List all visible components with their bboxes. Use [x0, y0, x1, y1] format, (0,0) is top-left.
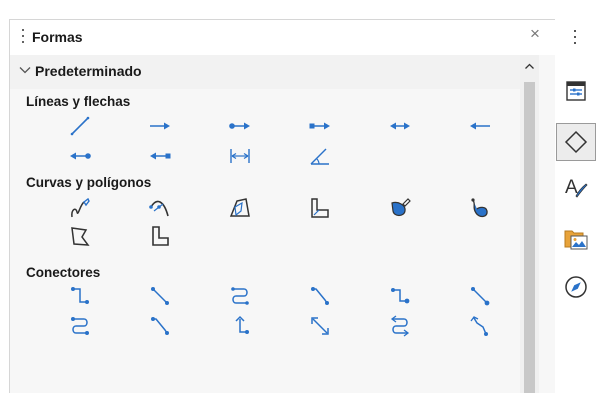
- section-label: Predeterminado: [35, 63, 142, 79]
- connector-curved-icon[interactable]: [220, 284, 260, 308]
- styles-icon[interactable]: A: [556, 168, 596, 206]
- angle-icon[interactable]: [300, 144, 340, 168]
- close-icon[interactable]: ×: [530, 24, 540, 44]
- dimension-line-icon[interactable]: [220, 144, 260, 168]
- chevron-down-icon: [19, 67, 31, 74]
- grip-icon[interactable]: [22, 29, 26, 47]
- scrollbar-thumb[interactable]: [524, 82, 535, 393]
- shapes-icon[interactable]: [556, 123, 596, 161]
- curve-filled-icon[interactable]: [460, 196, 500, 220]
- panel-content: Predeterminado Líneas y flechas Curvas y…: [10, 55, 555, 393]
- line-icon[interactable]: [60, 114, 100, 138]
- shapes-panel: Formas × Predeterminado Líneas y flechas: [9, 19, 555, 393]
- polygon-icon[interactable]: [220, 196, 260, 220]
- freeform-curve-icon[interactable]: [60, 196, 100, 220]
- sidebar-menu-icon[interactable]: [574, 30, 576, 48]
- scroll-up-icon[interactable]: [524, 61, 535, 72]
- polygon-filled-icon[interactable]: [60, 224, 100, 248]
- connector-straight-ends-icon[interactable]: [460, 284, 500, 308]
- gallery-icon[interactable]: [556, 220, 596, 258]
- group-label-connectors: Conectores: [26, 265, 101, 280]
- connector-icon[interactable]: [60, 284, 100, 308]
- freeform-filled-icon[interactable]: [380, 196, 420, 220]
- double-arrow-icon[interactable]: [380, 114, 420, 138]
- panel-header: Formas ×: [10, 20, 555, 55]
- connector-line-arrows-icon[interactable]: [460, 314, 500, 338]
- svg-text:A: A: [565, 177, 578, 198]
- shapes-list: Líneas y flechas Curvas y polígonos Cone…: [10, 89, 520, 393]
- connector-straight-icon[interactable]: [140, 284, 180, 308]
- group-label-lines: Líneas y flechas: [26, 94, 131, 109]
- square-arrow-left-icon[interactable]: [140, 144, 180, 168]
- properties-icon[interactable]: [556, 72, 596, 110]
- connector-line-icon[interactable]: [300, 284, 340, 308]
- circle-arrow-left-icon[interactable]: [60, 144, 100, 168]
- connector-ends-icon[interactable]: [380, 284, 420, 308]
- connector-straight-arrows-icon[interactable]: [300, 314, 340, 338]
- panel-title: Formas: [32, 29, 83, 45]
- arrow-right-icon[interactable]: [140, 114, 180, 138]
- polygon-45-filled-icon[interactable]: [140, 224, 180, 248]
- connector-curved-arrows-icon[interactable]: [380, 314, 420, 338]
- group-label-curves: Curvas y polígonos: [26, 175, 152, 190]
- connector-curved-ends-icon[interactable]: [60, 314, 100, 338]
- curve-icon[interactable]: [140, 196, 180, 220]
- section-header[interactable]: Predeterminado: [10, 55, 520, 89]
- line-circle-arrow-icon[interactable]: [220, 114, 260, 138]
- connector-arrows-icon[interactable]: [220, 314, 260, 338]
- arrow-left-icon[interactable]: [460, 114, 500, 138]
- navigator-icon[interactable]: [556, 268, 596, 306]
- polygon-45-icon[interactable]: [300, 196, 340, 220]
- line-square-arrow-icon[interactable]: [300, 114, 340, 138]
- connector-line-ends-icon[interactable]: [140, 314, 180, 338]
